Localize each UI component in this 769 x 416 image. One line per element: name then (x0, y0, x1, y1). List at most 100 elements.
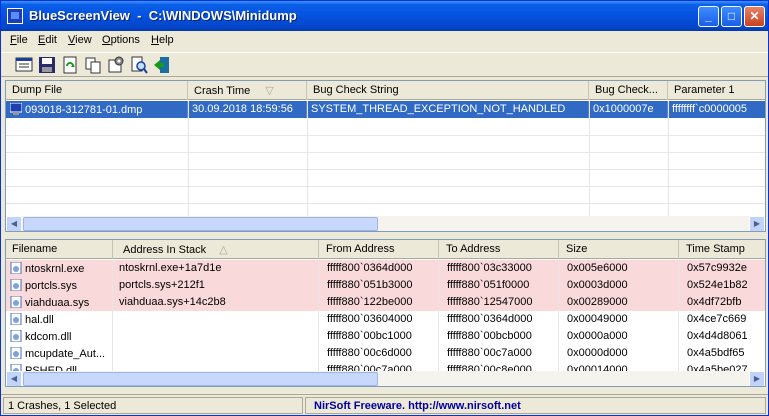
driver-row-timestamp-text: 0x4ce7c669 (687, 313, 747, 325)
driver-list-pane: Filename Address In Stack △ From Address… (5, 239, 766, 387)
driver-row-from-text: fffff880`051b3000 (327, 279, 413, 291)
minimize-button[interactable]: _ (698, 6, 719, 27)
col-parameter-1[interactable]: Parameter 1 (668, 81, 765, 100)
driver-row-timestamp: 0x4a5bdf65 (679, 345, 765, 362)
driver-row-to: fffff880`00bcb000 (439, 328, 559, 345)
refresh-icon[interactable] (61, 56, 79, 74)
driver-row-address: portcls.sys+212f1 (113, 277, 319, 294)
col-to-address[interactable]: To Address (439, 240, 559, 259)
app-window: BlueScreenView - C:\WINDOWS\Minidump _ □… (0, 0, 769, 416)
col-bug-check-code[interactable]: Bug Check... (589, 81, 668, 100)
crash-list-hscroll[interactable]: ◀ ▶ (6, 216, 765, 231)
driver-row-to: fffff800`0364d000 (439, 311, 559, 328)
col-address-in-stack[interactable]: Address In Stack △ (113, 240, 319, 259)
driver-row-size: 0x0000d000 (559, 345, 679, 362)
title-bar[interactable]: BlueScreenView - C:\WINDOWS\Minidump _ □… (1, 1, 768, 31)
driver-row-size: 0x00049000 (559, 311, 679, 328)
driver-row-from-text: fffff800`03604000 (327, 313, 413, 325)
sort-asc-icon: △ (219, 244, 228, 256)
app-icon (7, 8, 23, 24)
col-dump-file[interactable]: Dump File (6, 81, 188, 100)
driver-row-timestamp-text: 0x4a5bdf65 (687, 347, 745, 359)
scroll-right-icon[interactable]: ▶ (749, 371, 765, 386)
driver-row-to: fffff880`12547000 (439, 294, 559, 311)
scroll-left-icon[interactable]: ◀ (6, 216, 22, 231)
crash-row-param1: ffffffff`c0000005 (668, 101, 765, 118)
close-button[interactable]: ✕ (744, 6, 765, 27)
driver-row-from-text: fffff880`00c6d000 (327, 347, 412, 359)
module-file-icon (10, 296, 22, 308)
menu-edit[interactable]: Edit (38, 34, 57, 46)
driver-row-timestamp: 0x4ce7c669 (679, 311, 765, 328)
save-icon[interactable] (38, 56, 56, 74)
menu-bar: File Edit View Options Help (1, 31, 768, 51)
crash-list-scroll-thumb[interactable] (23, 217, 378, 231)
driver-row-size-text: 0x0003d000 (567, 279, 628, 291)
menu-view[interactable]: View (68, 34, 92, 46)
maximize-button[interactable]: □ (721, 6, 742, 27)
driver-list-header: Filename Address In Stack △ From Address… (6, 240, 765, 259)
status-credit-link[interactable]: NirSoft Freeware. http://www.nirsoft.net (305, 397, 766, 414)
driver-row-size-text: 0x0000a000 (567, 330, 628, 342)
exit-icon[interactable] (153, 56, 171, 74)
driver-row-address: viahduaa.sys+14c2b8 (113, 294, 319, 311)
driver-row-filename: kdcom.dll (6, 328, 113, 345)
driver-row[interactable]: kdcom.dll fffff880`00bc1000 fffff880`00bcb… (6, 328, 765, 345)
driver-row-to-text: fffff880`12547000 (447, 296, 533, 308)
col-time-stamp[interactable]: Time Stamp (679, 240, 765, 259)
find-icon[interactable] (130, 56, 148, 74)
properties-icon[interactable] (15, 56, 33, 74)
driver-row-timestamp-text: 0x524e1b82 (687, 279, 748, 291)
driver-row-to: fffff880`051f0000 (439, 277, 559, 294)
menu-options[interactable]: Options (102, 34, 140, 46)
status-count: 1 Crashes, 1 Selected (3, 397, 303, 414)
col-from-address[interactable]: From Address (319, 240, 439, 259)
driver-row-from-text: fffff880`122be000 (327, 296, 413, 308)
driver-row-to-text: fffff800`03c33000 (447, 262, 532, 274)
col-size[interactable]: Size (559, 240, 679, 259)
driver-row-address: ntoskrnl.exe+1a7d1e (113, 260, 319, 277)
driver-row-size: 0x005e6000 (559, 260, 679, 277)
driver-row-from: fffff880`122be000 (319, 294, 439, 311)
driver-row-address (113, 345, 319, 362)
driver-row-from-text: fffff800`0364d000 (327, 262, 413, 274)
driver-list-hscroll[interactable]: ◀ ▶ (6, 371, 765, 386)
driver-row-filename-text: viahduaa.sys (25, 297, 90, 309)
col-filename[interactable]: Filename (6, 240, 113, 259)
col-crash-time[interactable]: Crash Time ▽ (188, 81, 307, 100)
scroll-left-icon[interactable]: ◀ (6, 371, 22, 386)
driver-row-to-text: fffff880`00bcb000 (447, 330, 532, 342)
driver-row-filename: ntoskrnl.exe (6, 260, 113, 277)
driver-row[interactable]: hal.dll fffff800`03604000 fffff800`0364d00… (6, 311, 765, 328)
driver-row[interactable]: portcls.sys portcls.sys+212f1 fffff880`051… (6, 277, 765, 294)
driver-row-filename-text: kdcom.dll (25, 331, 72, 343)
scroll-right-icon[interactable]: ▶ (749, 216, 765, 231)
driver-row-from: fffff800`03604000 (319, 311, 439, 328)
driver-row[interactable]: ntoskrnl.exe ntoskrnl.exe+1a7d1e fffff800`… (6, 260, 765, 277)
driver-row-timestamp: 0x524e1b82 (679, 277, 765, 294)
module-file-icon (10, 347, 22, 359)
driver-row-filename: hal.dll (6, 311, 113, 328)
copy-icon[interactable] (84, 56, 102, 74)
driver-row-filename: portcls.sys (6, 277, 113, 294)
advanced-options-icon[interactable] (107, 56, 125, 74)
sort-desc-icon: ▽ (265, 85, 274, 97)
driver-list-scroll-thumb[interactable] (23, 372, 378, 386)
driver-row-to-text: fffff880`00c7a000 (447, 347, 532, 359)
menu-file[interactable]: File (10, 34, 28, 46)
crash-row-time: 30.09.2018 18:59:56 (188, 101, 307, 118)
driver-row-size: 0x0000a000 (559, 328, 679, 345)
crash-row[interactable]: 093018-312781-01.dmp 30.09.2018 18:59:56… (6, 101, 765, 118)
menu-help[interactable]: Help (151, 34, 174, 46)
driver-row-address (113, 311, 319, 328)
driver-row-address (113, 328, 319, 345)
driver-row-size: 0x00289000 (559, 294, 679, 311)
crash-row-file-text: 093018-312781-01.dmp (25, 104, 143, 116)
driver-row[interactable]: viahduaa.sys viahduaa.sys+14c2b8 fffff880`… (6, 294, 765, 311)
col-bug-check-string[interactable]: Bug Check String (307, 81, 589, 100)
driver-row-size: 0x0003d000 (559, 277, 679, 294)
driver-row-filename-text: portcls.sys (25, 280, 77, 292)
driver-row[interactable]: mcupdate_Aut... fffff880`00c6d000 fffff880… (6, 345, 765, 362)
driver-row-filename: mcupdate_Aut... (6, 345, 113, 362)
crash-row-code: 0x1000007e (589, 101, 668, 118)
